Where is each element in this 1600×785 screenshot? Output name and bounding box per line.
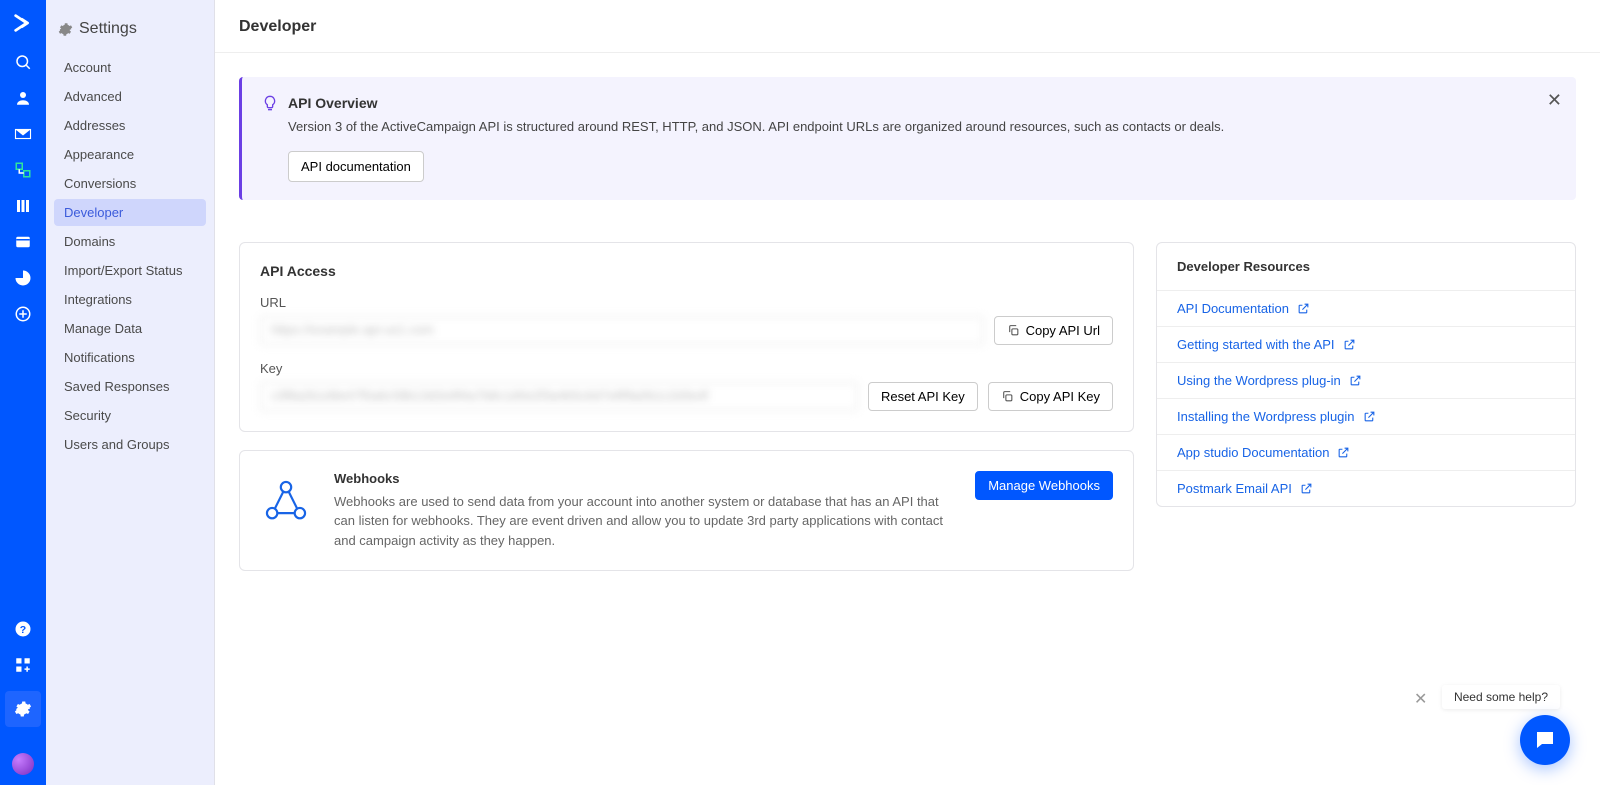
sidebar-item-import-export-status[interactable]: Import/Export Status (54, 257, 206, 284)
api-overview-banner: ✕ API Overview Version 3 of the ActiveCa… (239, 77, 1576, 200)
page-title: Developer (215, 0, 1600, 53)
resource-link[interactable]: Postmark Email API (1157, 471, 1575, 506)
webhooks-desc: Webhooks are used to send data from your… (334, 492, 953, 551)
apps-icon[interactable] (13, 304, 33, 324)
sidebar-item-account[interactable]: Account (54, 54, 206, 81)
sidebar-item-saved-responses[interactable]: Saved Responses (54, 373, 206, 400)
resources-title: Developer Resources (1157, 243, 1575, 291)
webhooks-icon (260, 475, 312, 527)
webhooks-title: Webhooks (334, 471, 953, 486)
webhooks-card: Webhooks Webhooks are used to send data … (239, 450, 1134, 572)
sidebar-item-domains[interactable]: Domains (54, 228, 206, 255)
close-icon[interactable]: ✕ (1414, 689, 1427, 709)
sidebar-item-manage-data[interactable]: Manage Data (54, 315, 206, 342)
settings-title: Settings (79, 20, 137, 38)
external-link-icon (1343, 338, 1356, 351)
copy-api-key-button[interactable]: Copy API Key (988, 382, 1113, 411)
banner-title-text: API Overview (288, 95, 378, 111)
app-logo[interactable] (12, 12, 34, 34)
search-icon[interactable] (13, 52, 33, 72)
sidebar-item-integrations[interactable]: Integrations (54, 286, 206, 313)
extensions-icon[interactable] (13, 655, 33, 675)
key-label: Key (260, 361, 1113, 376)
icon-rail: ? (0, 0, 46, 785)
settings-header: Settings (46, 14, 214, 54)
resource-link[interactable]: App studio Documentation (1157, 435, 1575, 471)
close-icon[interactable]: ✕ (1547, 91, 1562, 109)
campaigns-icon[interactable] (13, 124, 33, 144)
sidebar-item-security[interactable]: Security (54, 402, 206, 429)
help-tooltip: ✕ Need some help? (1442, 685, 1560, 709)
contacts-icon[interactable] (13, 88, 33, 108)
lightbulb-icon (262, 95, 278, 111)
deals-icon[interactable] (13, 196, 33, 216)
copy-icon (1001, 390, 1014, 403)
reports-icon[interactable] (13, 268, 33, 288)
external-link-icon (1337, 446, 1350, 459)
sidebar-item-developer[interactable]: Developer (54, 199, 206, 226)
resource-link[interactable]: Using the Wordpress plug-in (1157, 363, 1575, 399)
resource-link[interactable]: Getting started with the API (1157, 327, 1575, 363)
sidebar-item-advanced[interactable]: Advanced (54, 83, 206, 110)
api-url-field[interactable]: https://example.api-us1.com (260, 316, 984, 345)
help-icon[interactable]: ? (13, 619, 33, 639)
resource-link[interactable]: Installing the Wordpress plugin (1157, 399, 1575, 435)
external-link-icon (1349, 374, 1362, 387)
sidebar-item-users-and-groups[interactable]: Users and Groups (54, 431, 206, 458)
sidebar-item-conversions[interactable]: Conversions (54, 170, 206, 197)
chat-fab[interactable] (1520, 715, 1570, 765)
user-avatar[interactable] (12, 753, 34, 775)
reset-api-key-button[interactable]: Reset API Key (868, 382, 978, 411)
copy-api-url-button[interactable]: Copy API Url (994, 316, 1113, 345)
settings-icon[interactable] (5, 691, 41, 727)
external-link-icon (1297, 302, 1310, 315)
banner-desc: Version 3 of the ActiveCampaign API is s… (288, 117, 1532, 137)
developer-resources-card: Developer Resources API Documentation Ge… (1156, 242, 1576, 507)
help-tooltip-text: Need some help? (1454, 690, 1548, 704)
external-link-icon (1363, 410, 1376, 423)
main: Developer ✕ API Overview Version 3 of th… (215, 0, 1600, 785)
sidebar-item-notifications[interactable]: Notifications (54, 344, 206, 371)
external-link-icon (1300, 482, 1313, 495)
automations-icon[interactable] (13, 160, 33, 180)
svg-text:?: ? (20, 624, 26, 636)
site-icon[interactable] (13, 232, 33, 252)
api-access-card: API Access URL https://example.api-us1.c… (239, 242, 1134, 432)
sidebar-item-appearance[interactable]: Appearance (54, 141, 206, 168)
api-access-title: API Access (260, 263, 1113, 279)
url-label: URL (260, 295, 1113, 310)
copy-icon (1007, 324, 1020, 337)
resource-link[interactable]: API Documentation (1157, 291, 1575, 327)
manage-webhooks-button[interactable]: Manage Webhooks (975, 471, 1113, 500)
api-documentation-button[interactable]: API documentation (288, 151, 424, 182)
settings-nav: AccountAdvancedAddressesAppearanceConver… (46, 54, 214, 458)
settings-sidebar: Settings AccountAdvancedAddressesAppeara… (46, 0, 215, 785)
sidebar-item-addresses[interactable]: Addresses (54, 112, 206, 139)
api-key-field[interactable]: c3f8a2b1d9e47f0a6c58b13d2e9f4a7b8c1d0e2f… (260, 382, 858, 411)
